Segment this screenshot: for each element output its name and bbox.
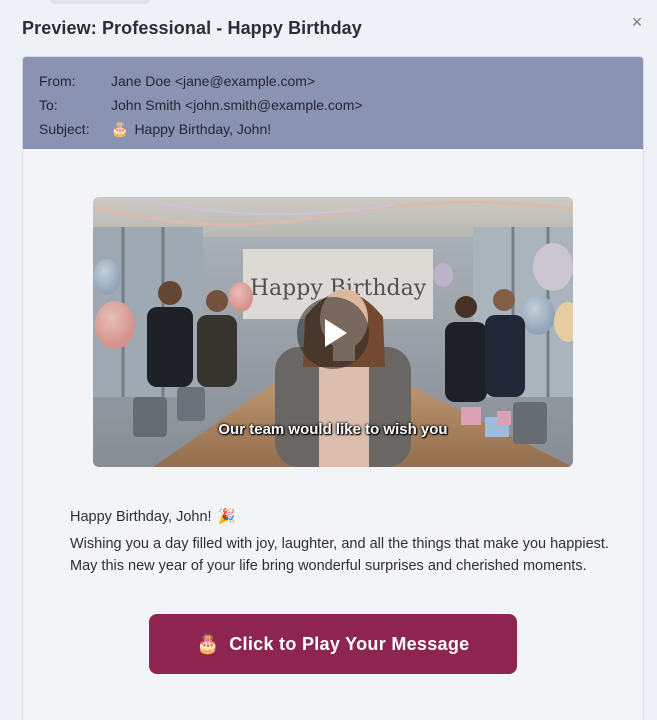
play-triangle-icon (325, 319, 347, 347)
modal-title: Preview: Professional - Happy Birthday (22, 18, 362, 38)
to-label: To: (39, 97, 58, 113)
greeting-text: Happy Birthday, John! (70, 508, 212, 525)
from-label: From: (39, 73, 76, 89)
to-value: John Smith <john.smith@example.com> (111, 97, 363, 113)
subject-value: 🎂 Happy Birthday, John! (111, 121, 627, 137)
message-body: Wishing you a day filled with joy, laugh… (70, 536, 609, 574)
subject-row: Subject: 🎂 Happy Birthday, John! (39, 117, 627, 141)
subject-label: Subject: (39, 121, 90, 137)
close-icon[interactable]: × (625, 10, 649, 34)
video-thumbnail[interactable]: Happy Birthday (93, 197, 573, 467)
cake-icon: 🎂 (196, 633, 220, 654)
video-caption: Our team would like to wish you (218, 421, 448, 438)
from-row: From: Jane Doe <jane@example.com> (39, 69, 627, 93)
party-popper-icon: 🎉 (217, 509, 236, 525)
from-value: Jane Doe <jane@example.com> (111, 73, 316, 89)
to-row: To: John Smith <john.smith@example.com> (39, 93, 627, 117)
play-icon[interactable] (297, 297, 369, 369)
cake-icon: 🎂 (111, 121, 129, 137)
subject-text: Happy Birthday, John! (134, 121, 272, 137)
greeting-line: Happy Birthday, John! 🎉 (70, 508, 236, 526)
play-message-label: Click to Play Your Message (229, 633, 470, 654)
email-preview-frame: From: Jane Doe <jane@example.com> To: Jo… (22, 56, 644, 720)
play-message-button[interactable]: 🎂 Click to Play Your Message (149, 614, 517, 674)
top-tab-decoration (48, 0, 152, 4)
email-header: From: Jane Doe <jane@example.com> To: Jo… (23, 57, 643, 149)
